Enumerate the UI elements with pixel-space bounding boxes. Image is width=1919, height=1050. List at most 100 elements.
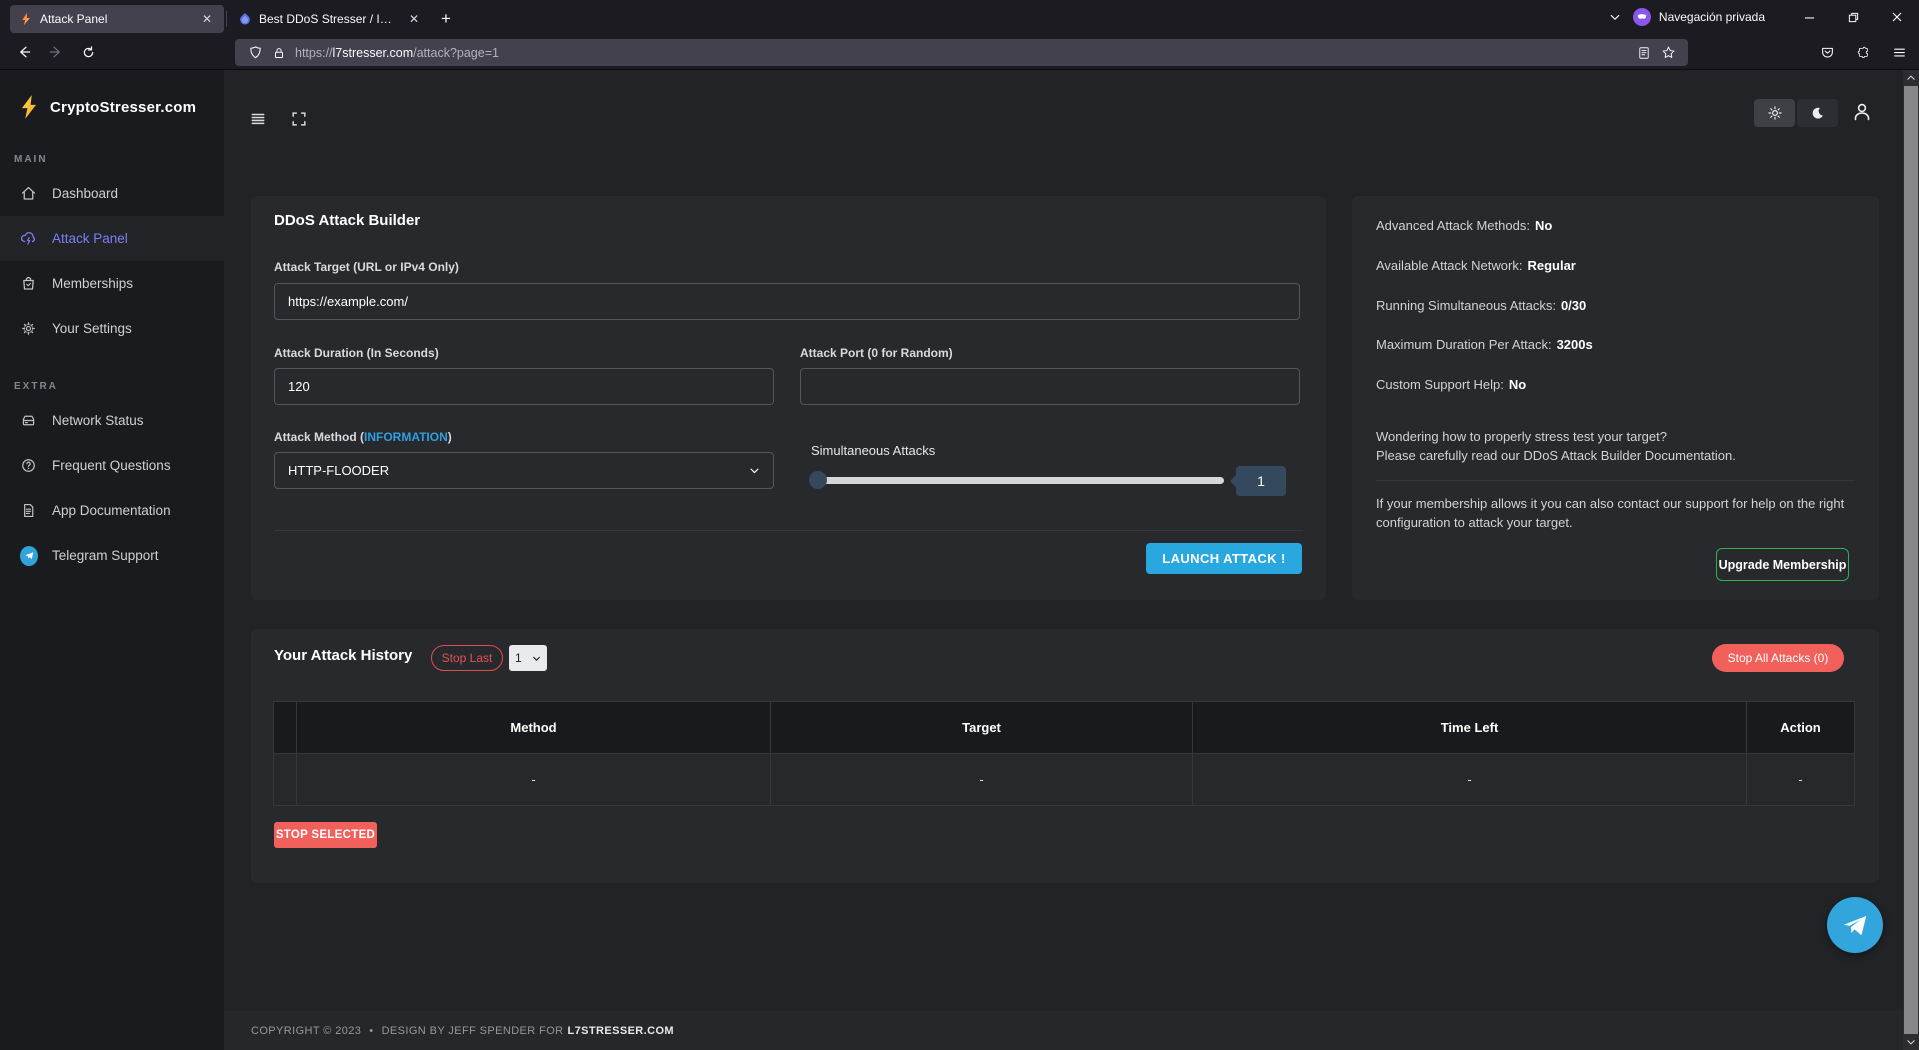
history-header-row: Method Target Time Left Action xyxy=(274,702,1855,754)
card-divider xyxy=(1376,480,1855,481)
sidebar-item-app-documentation[interactable]: App Documentation xyxy=(0,488,224,533)
sidebar-item-label: Frequent Questions xyxy=(52,458,171,473)
sidebar: CryptoStresser.com MAIN Dashboard Attack… xyxy=(0,70,224,1050)
history-table: Method Target Time Left Action - - - - xyxy=(273,701,1855,806)
row-select-cell[interactable] xyxy=(274,754,297,806)
close-icon[interactable]: ✕ xyxy=(406,11,422,27)
window-close-button[interactable] xyxy=(1875,0,1919,34)
stat-running-attacks: Running Simultaneous Attacks:0/30 xyxy=(1376,298,1586,313)
builder-title: DDoS Attack Builder xyxy=(274,212,420,229)
sidebar-item-label: App Documentation xyxy=(52,503,171,518)
shopping-bag-icon xyxy=(20,275,38,292)
row-method-cell: - xyxy=(297,754,771,806)
home-icon xyxy=(20,185,38,202)
simultaneous-attacks-label: Simultaneous Attacks xyxy=(811,443,935,458)
brand[interactable]: CryptoStresser.com xyxy=(0,70,224,120)
row-time-left-cell: - xyxy=(1193,754,1747,806)
account-info-card: Advanced Attack Methods:No Available Att… xyxy=(1352,196,1879,600)
tab-attack-panel[interactable]: Attack Panel ✕ xyxy=(10,5,224,33)
close-icon[interactable]: ✕ xyxy=(199,11,215,27)
extensions-icon[interactable] xyxy=(1847,39,1879,67)
column-action: Action xyxy=(1747,702,1855,754)
fullscreen-icon[interactable] xyxy=(290,110,308,128)
document-icon xyxy=(20,502,38,519)
pocket-icon[interactable] xyxy=(1811,39,1843,67)
tabbar-right: Navegación privada xyxy=(1597,0,1919,34)
telegram-fab[interactable] xyxy=(1827,897,1883,953)
sidebar-item-your-settings[interactable]: Your Settings xyxy=(0,306,224,351)
footer-brand-link[interactable]: L7STRESSER.COM xyxy=(568,1025,674,1037)
card-divider xyxy=(274,530,1303,531)
help-text: Wondering how to properly stress test yo… xyxy=(1376,427,1846,465)
tracking-shield-icon[interactable] xyxy=(243,45,267,60)
attack-target-input[interactable] xyxy=(274,283,1300,320)
sidebar-item-frequent-questions[interactable]: Frequent Questions xyxy=(0,443,224,488)
sidebar-item-dashboard[interactable]: Dashboard xyxy=(0,171,224,216)
forward-icon[interactable] xyxy=(40,38,72,66)
tab-bar: Attack Panel ✕ Best DDoS Stresser / IP B… xyxy=(0,0,1919,34)
column-time-left: Time Left xyxy=(1193,702,1747,754)
restore-button[interactable] xyxy=(1831,0,1875,34)
sidebar-item-network-status[interactable]: Network Status xyxy=(0,398,224,443)
row-action-cell: - xyxy=(1747,754,1855,806)
back-icon[interactable] xyxy=(8,38,40,66)
app-menu-icon[interactable] xyxy=(1883,39,1915,67)
attack-method-label: Attack Method (INFORMATION) xyxy=(274,430,452,444)
private-label: Navegación privada xyxy=(1659,10,1765,24)
dark-mode-button[interactable] xyxy=(1797,99,1838,127)
attack-target-label: Attack Target (URL or IPv4 Only) xyxy=(274,260,459,274)
launch-attack-button[interactable]: LAUNCH ATTACK ! xyxy=(1146,543,1302,574)
reload-icon[interactable] xyxy=(72,38,104,66)
page-footer: COPYRIGHT © 2023 • DESIGN BY JEFF SPENDE… xyxy=(224,1011,1903,1050)
stop-last-button[interactable]: Stop Last xyxy=(431,645,503,671)
browser-chrome: Attack Panel ✕ Best DDoS Stresser / IP B… xyxy=(0,0,1919,70)
attack-port-input[interactable] xyxy=(800,368,1300,405)
private-browsing-badge: Navegación privada xyxy=(1633,8,1765,26)
sidebar-item-label: Memberships xyxy=(52,276,133,291)
stop-all-attacks-button[interactable]: Stop All Attacks (0) xyxy=(1712,644,1844,672)
url-bar[interactable]: https://l7stresser.com/attack?page=1 xyxy=(235,39,1688,66)
new-tab-button[interactable]: + xyxy=(431,9,461,29)
stop-count-select[interactable]: 1 xyxy=(509,645,547,671)
sidebar-item-telegram-support[interactable]: Telegram Support xyxy=(0,533,224,578)
brand-bolt-icon xyxy=(18,94,40,120)
sidebar-item-memberships[interactable]: Memberships xyxy=(0,261,224,306)
column-target: Target xyxy=(771,702,1193,754)
section-label-extra: EXTRA xyxy=(0,351,224,398)
brand-name: CryptoStresser.com xyxy=(50,99,196,116)
slider-thumb[interactable] xyxy=(809,471,827,489)
upgrade-membership-button[interactable]: Upgrade Membership xyxy=(1716,548,1849,581)
attack-duration-input[interactable] xyxy=(274,368,774,405)
bookmark-star-icon[interactable] xyxy=(1656,45,1680,60)
chevron-down-icon xyxy=(749,465,760,476)
attack-history-card: Your Attack History Stop Last 1 Stop All… xyxy=(251,629,1879,883)
light-mode-button[interactable] xyxy=(1754,99,1795,127)
information-link[interactable]: INFORMATION xyxy=(364,430,448,444)
list-tabs-chevron-icon[interactable] xyxy=(1597,11,1633,23)
design-by-text: DESIGN BY JEFF SPENDER FOR xyxy=(382,1025,564,1037)
lock-icon[interactable] xyxy=(267,46,291,60)
url-text[interactable]: https://l7stresser.com/attack?page=1 xyxy=(295,46,1632,60)
reader-mode-icon[interactable] xyxy=(1632,46,1656,60)
scroll-down-icon[interactable] xyxy=(1903,1034,1919,1050)
column-method: Method xyxy=(297,702,771,754)
history-title: Your Attack History xyxy=(274,647,412,664)
attack-method-select[interactable]: HTTP-FLOODER xyxy=(274,452,774,489)
nav-bar: https://l7stresser.com/attack?page=1 xyxy=(0,34,1919,70)
scrollbar-thumb[interactable] xyxy=(1904,86,1918,1034)
tab-best-ddos[interactable]: Best DDoS Stresser / IP Booter ✕ xyxy=(229,5,431,33)
attack-port-label: Attack Port (0 for Random) xyxy=(800,346,953,360)
stat-attack-network: Available Attack Network:Regular xyxy=(1376,258,1576,273)
page-scrollbar[interactable] xyxy=(1903,70,1919,1050)
sidebar-item-label: Dashboard xyxy=(52,186,118,201)
stat-max-duration: Maximum Duration Per Attack:3200s xyxy=(1376,337,1593,352)
simultaneous-attacks-slider[interactable] xyxy=(811,477,1224,484)
sidebar-item-attack-panel[interactable]: Attack Panel xyxy=(0,216,224,261)
user-icon[interactable] xyxy=(1850,100,1874,124)
minimize-button[interactable] xyxy=(1787,0,1831,34)
web-page: CryptoStresser.com MAIN Dashboard Attack… xyxy=(0,70,1903,1050)
scroll-up-icon[interactable] xyxy=(1903,70,1919,86)
row-target-cell: - xyxy=(771,754,1193,806)
stop-selected-button[interactable]: STOP SELECTED xyxy=(274,822,377,848)
sidebar-toggle-icon[interactable] xyxy=(249,110,267,128)
